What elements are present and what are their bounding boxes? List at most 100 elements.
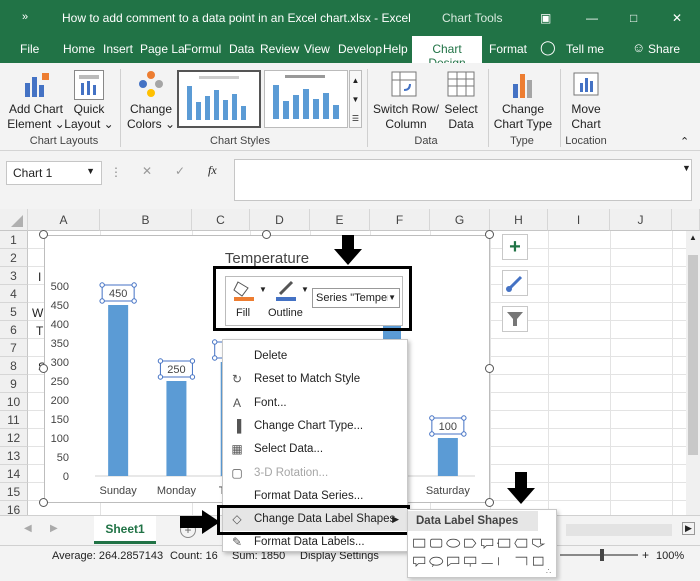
chart-style-2[interactable] <box>264 70 348 128</box>
row-header[interactable]: 2 <box>0 249 28 267</box>
column-header[interactable]: H <box>490 209 548 231</box>
restore-icon[interactable]: □ <box>630 11 637 25</box>
cancel-icon[interactable]: ✕ <box>142 164 152 178</box>
change-chart-type-icon[interactable] <box>510 70 538 100</box>
tab-page-layout[interactable]: Page La <box>140 42 185 56</box>
column-header[interactable]: I <box>548 209 610 231</box>
chart-styles-scroll[interactable]: ▲ ▼ ☰ <box>349 70 362 128</box>
chart-filters-icon[interactable] <box>502 306 528 332</box>
minimize-icon[interactable]: — <box>586 11 598 25</box>
row-header[interactable]: 1 <box>0 231 28 249</box>
select-data-icon[interactable] <box>446 70 476 100</box>
zoom-slider-thumb[interactable] <box>600 549 604 561</box>
quick-layout-icon[interactable] <box>74 70 104 100</box>
formula-input[interactable] <box>234 159 692 201</box>
row-header[interactable]: 5 <box>0 303 28 321</box>
quick-access-chevron-icon[interactable]: » <box>22 11 28 23</box>
move-chart-button[interactable]: Move Chart <box>562 102 610 132</box>
tab-format[interactable]: Format <box>489 42 527 56</box>
close-icon[interactable]: ✕ <box>672 11 682 25</box>
label-shape-option[interactable] <box>429 556 444 568</box>
label-shape-option[interactable] <box>515 556 528 566</box>
label-shape-option[interactable] <box>413 556 426 567</box>
row-header[interactable]: 10 <box>0 393 28 411</box>
column-header[interactable]: E <box>310 209 370 231</box>
tab-view[interactable]: View <box>304 42 330 56</box>
column-header[interactable]: D <box>250 209 310 231</box>
row-header[interactable]: 13 <box>0 447 28 465</box>
label-shapes-gallery[interactable] <box>412 534 552 574</box>
switch-row-column-button[interactable]: Switch Row/ Column <box>372 102 440 132</box>
row-header[interactable]: 14 <box>0 465 28 483</box>
menu-item-3-d-rotation[interactable]: ▢ 3-D Rotation... <box>223 462 407 485</box>
tab-data[interactable]: Data <box>229 42 254 56</box>
scroll-up-icon[interactable]: ▲ <box>689 233 697 242</box>
tab-insert[interactable]: Insert <box>103 42 133 56</box>
sheet-tab-sheet1[interactable]: Sheet1 <box>94 516 156 544</box>
label-shape-option[interactable] <box>430 538 443 548</box>
column-header[interactable]: C <box>192 209 250 231</box>
expand-formula-icon[interactable]: ▼ <box>682 163 691 173</box>
row-header[interactable]: 11 <box>0 411 28 429</box>
change-colors-button[interactable]: Change Colors ⌄ <box>126 102 176 132</box>
label-shape-option[interactable] <box>497 538 511 548</box>
chart-styles-brush-icon[interactable] <box>502 270 528 296</box>
tab-formulas[interactable]: Formul <box>184 42 221 56</box>
horizontal-scrollbar[interactable] <box>566 524 672 536</box>
column-header[interactable]: A <box>28 209 100 231</box>
tab-developer[interactable]: Develop <box>338 42 382 56</box>
column-header[interactable]: G <box>430 209 490 231</box>
label-shape-option[interactable] <box>533 556 544 566</box>
menu-item-delete[interactable]: Delete <box>223 345 407 368</box>
label-shape-option[interactable] <box>447 556 460 567</box>
label-shape-option[interactable] <box>532 538 546 548</box>
quick-layout-button[interactable]: Quick Layout ⌄ <box>64 102 114 132</box>
move-chart-icon[interactable] <box>572 70 600 100</box>
label-shape-option[interactable] <box>413 538 426 548</box>
label-shape-option[interactable] <box>514 538 528 548</box>
change-chart-type-button[interactable]: Change Chart Type <box>492 102 554 132</box>
row-header[interactable]: 6 <box>0 321 28 339</box>
column-header[interactable]: J <box>610 209 672 231</box>
sheet-prev-icon[interactable]: ◀ <box>24 523 32 534</box>
menu-item-reset-to-match-style[interactable]: ↻ Reset to Match Style <box>223 368 407 391</box>
chart-style-1[interactable] <box>177 70 261 128</box>
scroll-right-icon[interactable]: ▶ <box>682 522 695 535</box>
row-header[interactable]: 12 <box>0 429 28 447</box>
resize-handle-tc[interactable] <box>262 230 271 239</box>
select-all-corner[interactable] <box>0 209 28 231</box>
menu-item-change-chart-type[interactable]: ▐ Change Chart Type... <box>223 415 407 438</box>
zoom-level[interactable]: 100% <box>656 550 684 562</box>
add-chart-element-icon[interactable] <box>22 71 50 99</box>
zoom-slider[interactable] <box>560 554 638 556</box>
select-data-button[interactable]: Select Data <box>440 102 482 132</box>
share-person-icon[interactable]: ☺ <box>632 40 645 55</box>
tab-help[interactable]: Help <box>383 42 408 56</box>
row-header[interactable]: 3 <box>0 267 28 285</box>
sheet-next-icon[interactable]: ▶ <box>50 523 58 534</box>
share-button[interactable]: Share <box>648 42 680 56</box>
row-header[interactable]: 4 <box>0 285 28 303</box>
resize-handle-ml[interactable] <box>39 364 48 373</box>
label-shape-option[interactable] <box>481 538 494 549</box>
tab-chart-design[interactable]: Chart Design <box>412 36 482 70</box>
change-colors-icon[interactable] <box>136 69 166 99</box>
add-chart-element-button[interactable]: Add Chart Element ⌄ <box>4 102 68 132</box>
lightbulb-icon[interactable]: ◯ <box>540 39 556 56</box>
row-header[interactable]: 15 <box>0 483 28 501</box>
row-header[interactable]: 7 <box>0 339 28 357</box>
submenu-resize-grip-icon[interactable]: ∴ <box>546 567 551 576</box>
resize-handle-tr[interactable] <box>485 230 494 239</box>
name-box-dropdown-icon[interactable]: ▼ <box>86 166 95 176</box>
column-header[interactable]: F <box>370 209 430 231</box>
resize-handle-br[interactable] <box>485 498 494 507</box>
label-shape-option[interactable] <box>446 538 461 548</box>
vertical-scroll-thumb[interactable] <box>688 255 698 455</box>
zoom-in-icon[interactable]: + <box>642 548 649 562</box>
menu-item-font[interactable]: A Font... <box>223 392 407 415</box>
tab-file[interactable]: File <box>20 42 39 56</box>
label-shape-option[interactable] <box>464 538 477 548</box>
label-shape-option[interactable] <box>464 556 477 567</box>
tell-me[interactable]: Tell me <box>566 42 604 56</box>
enter-icon[interactable]: ✓ <box>175 164 185 178</box>
